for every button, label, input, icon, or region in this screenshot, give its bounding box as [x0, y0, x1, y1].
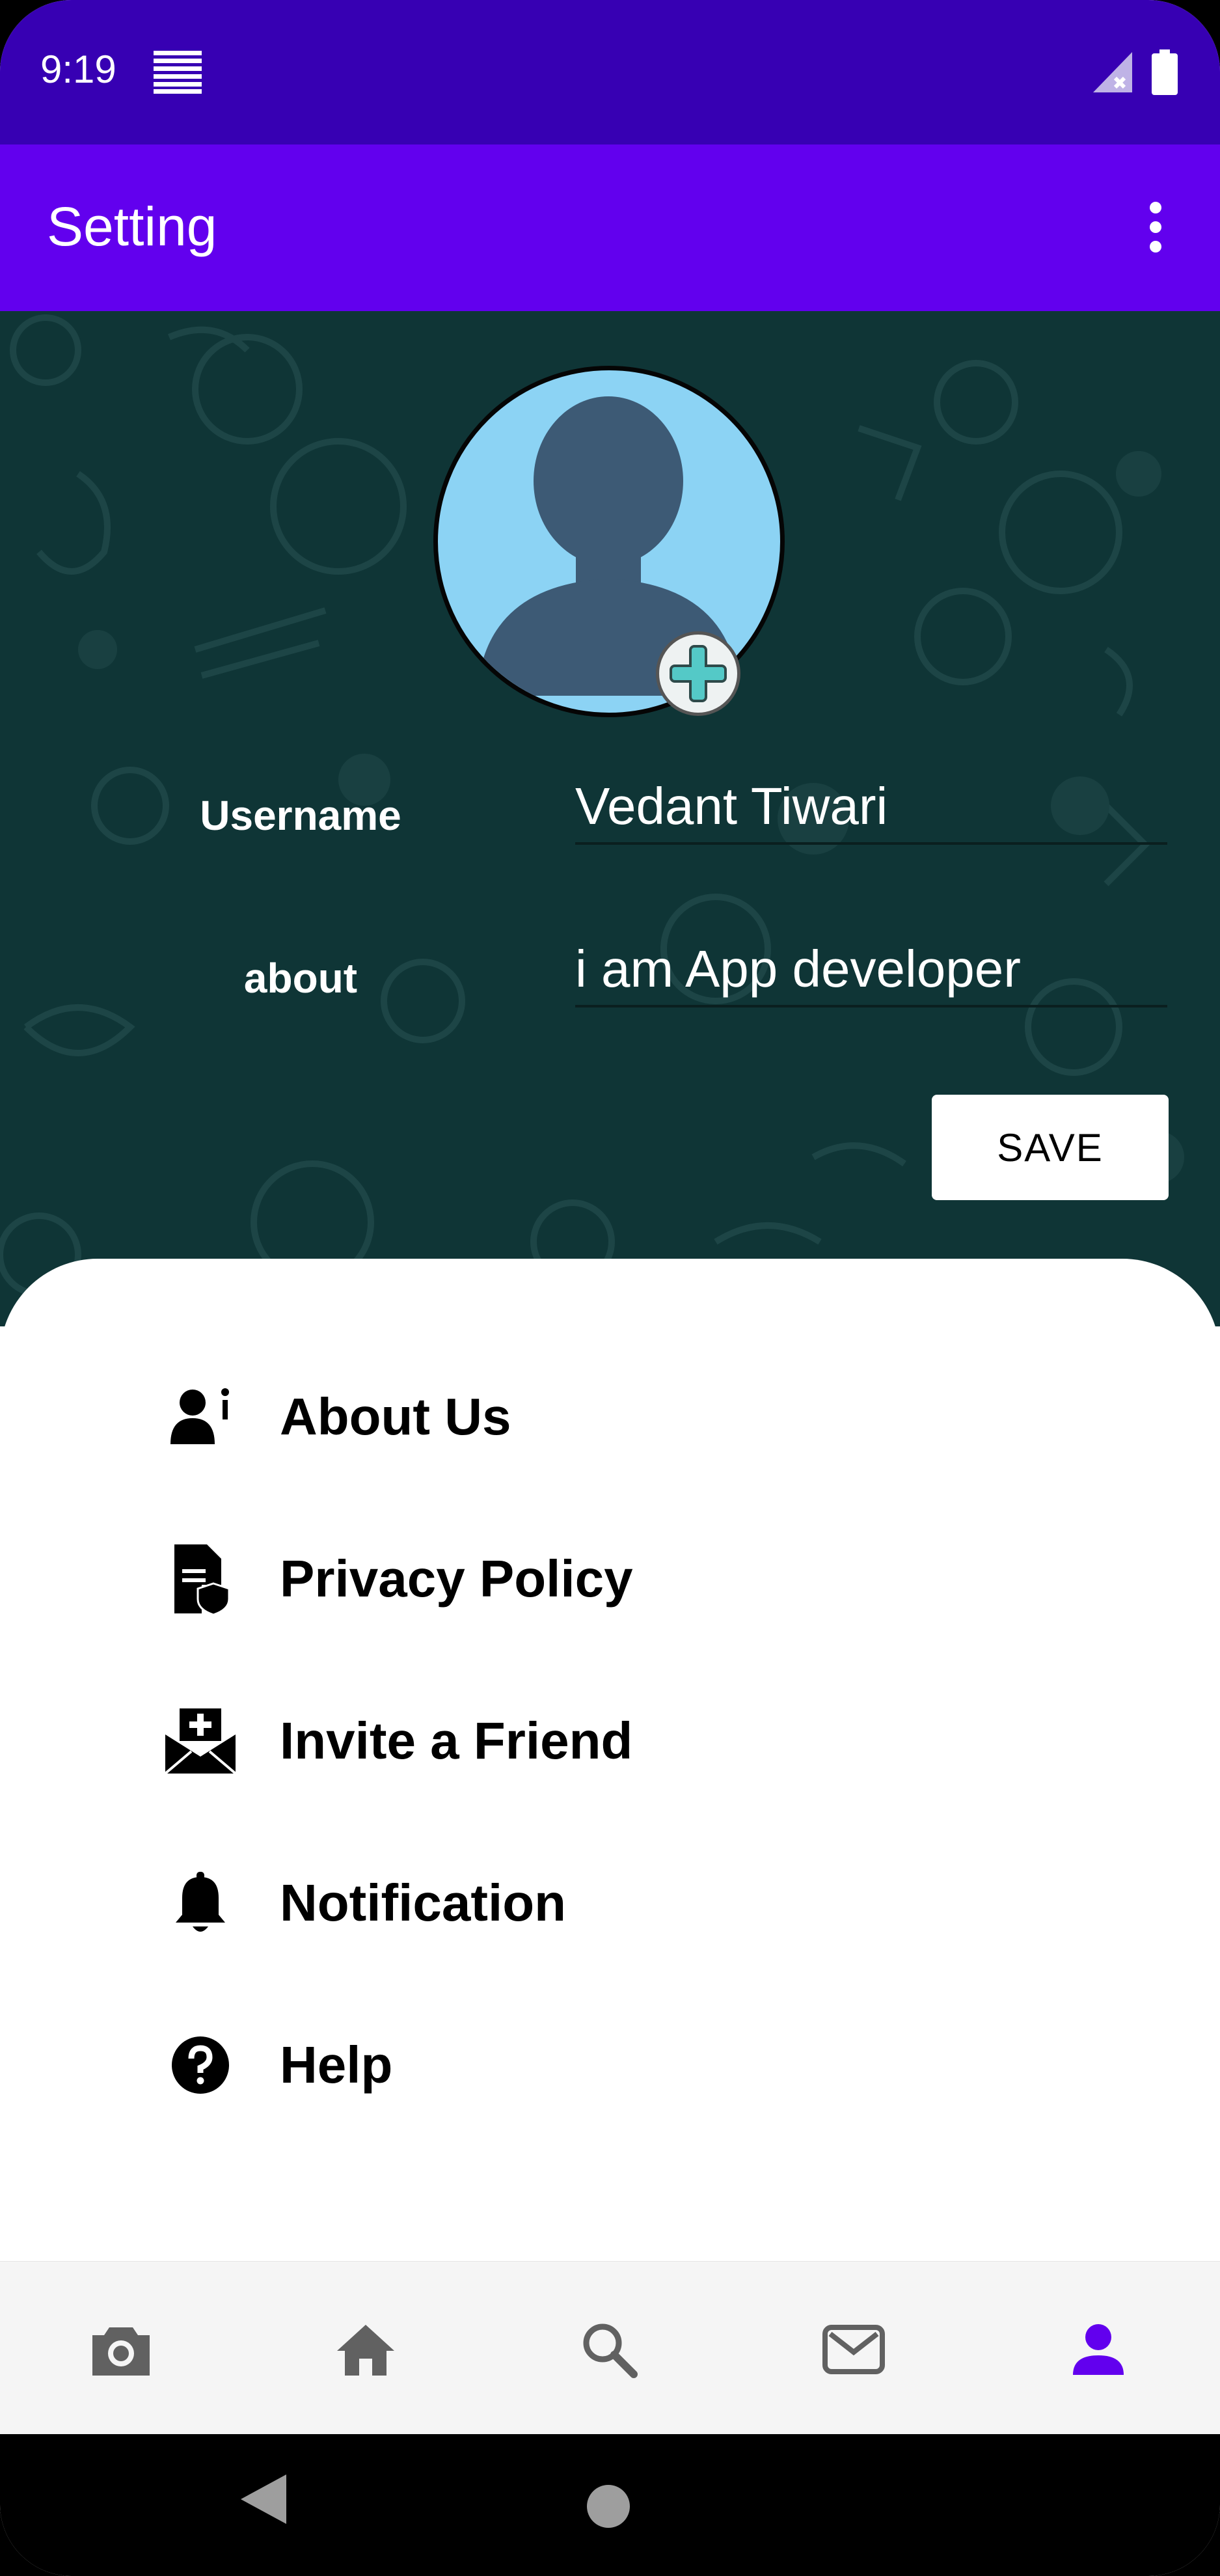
profile-header: Username about SAVE: [0, 311, 1220, 1326]
app-bar: Setting: [0, 144, 1220, 311]
menu-item-invite-friend[interactable]: Invite a Friend: [161, 1689, 942, 1793]
envelope-plus-icon: [161, 1702, 239, 1780]
about-field[interactable]: [575, 933, 1167, 1007]
user-info-icon: [161, 1378, 239, 1456]
signal-off-icon: [1093, 52, 1132, 96]
menu-item-help[interactable]: Help: [161, 2013, 942, 2117]
menu-item-privacy-policy[interactable]: Privacy Policy: [161, 1527, 942, 1631]
back-icon[interactable]: [241, 2473, 289, 2528]
bottom-navigation: [0, 2261, 1220, 2435]
save-button[interactable]: SAVE: [932, 1095, 1169, 1200]
about-label: about: [243, 955, 358, 1002]
mail-icon[interactable]: [802, 2307, 906, 2392]
document-shield-icon: [161, 1540, 239, 1618]
menu-item-label: About Us: [280, 1388, 511, 1446]
plus-circle-icon[interactable]: [656, 631, 740, 716]
menu-item-label: Privacy Policy: [280, 1550, 633, 1608]
status-time: 9:19: [40, 48, 116, 91]
menu-item-label: Notification: [280, 1874, 566, 1932]
page-title: Setting: [47, 196, 217, 257]
more-vert-icon[interactable]: [1137, 202, 1174, 254]
phone-screen: 9:19 Setting Username Vedant Tiwari abou…: [0, 0, 1220, 2576]
camera-icon[interactable]: [69, 2307, 173, 2392]
home-icon[interactable]: [314, 2307, 418, 2392]
search-icon[interactable]: [557, 2307, 661, 2392]
status-bar: 9:19: [0, 0, 1220, 144]
notification-lines-icon: [154, 51, 202, 97]
username-label: Username: [200, 792, 401, 839]
help-circle-icon: [161, 2026, 239, 2104]
profile-icon[interactable]: [1046, 2307, 1150, 2392]
menu-item-about-us[interactable]: About Us: [161, 1365, 942, 1469]
settings-card: About Us Privacy Policy Invite a Friend …: [0, 1259, 1220, 2261]
system-navigation-bar: [0, 2434, 1220, 2576]
battery-icon: [1152, 49, 1178, 98]
home-button-icon[interactable]: [587, 2485, 630, 2528]
menu-item-notification[interactable]: Notification: [161, 1851, 942, 1955]
bell-icon: [161, 1864, 239, 1942]
menu-item-label: Help: [280, 2036, 393, 2094]
menu-item-label: Invite a Friend: [280, 1712, 633, 1770]
username-field[interactable]: [575, 771, 1167, 845]
